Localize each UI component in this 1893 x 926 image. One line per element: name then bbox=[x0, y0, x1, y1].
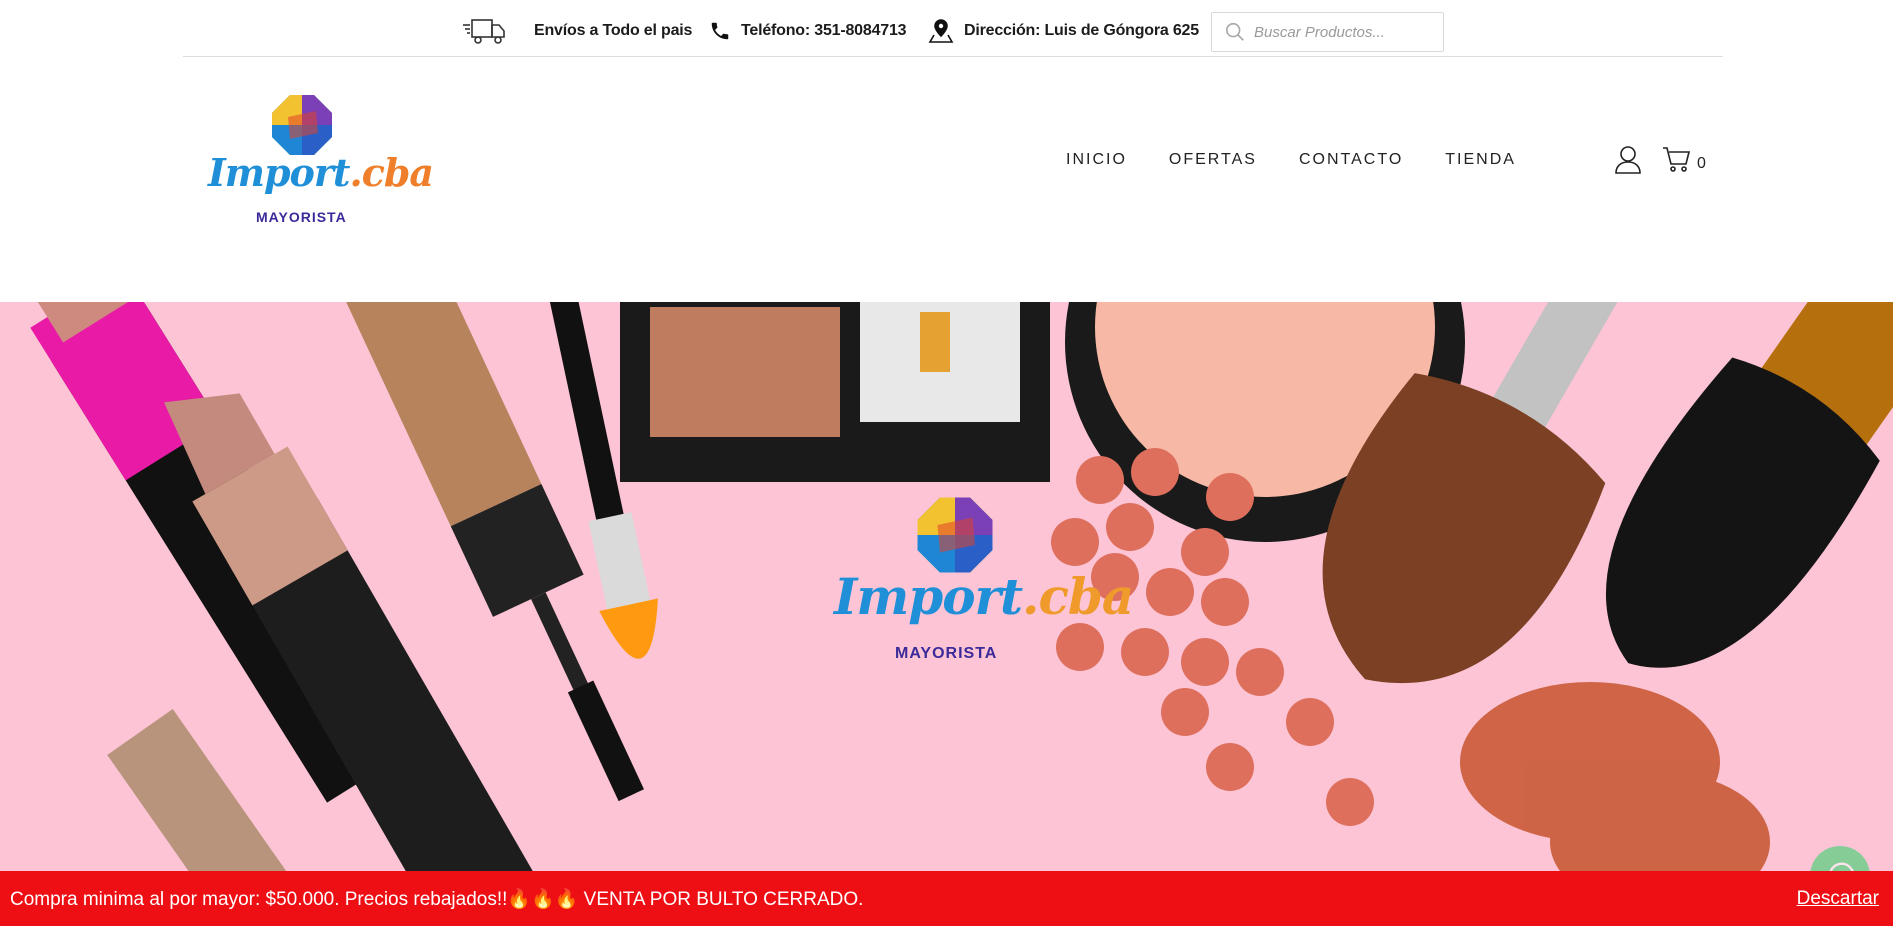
main-nav: INICIO OFERTAS CONTACTO TIENDA bbox=[1066, 151, 1516, 169]
cart-icon[interactable] bbox=[1661, 144, 1691, 174]
header-icons: 0 bbox=[1613, 144, 1706, 174]
nav-ofertas[interactable]: OFERTAS bbox=[1169, 151, 1257, 169]
cart-count: 0 bbox=[1697, 155, 1706, 172]
phone-text: Teléfono: 351-8084713 bbox=[741, 22, 907, 39]
site-logo[interactable]: Import.cba MAYORISTA bbox=[208, 93, 434, 233]
address-text: Dirección: Luis de Góngora 625 bbox=[964, 22, 1199, 39]
hero-banner: Import.cba MAYORISTA bbox=[0, 302, 1893, 926]
hero-logo-octagon-icon bbox=[917, 497, 993, 573]
hero-logo-name-part1: Import bbox=[834, 567, 1023, 626]
logo-wordmark: Import.cba bbox=[208, 150, 434, 195]
nav-tienda[interactable]: TIENDA bbox=[1445, 151, 1516, 169]
product-search[interactable] bbox=[1211, 12, 1444, 52]
page: Envíos a Todo el pais Teléfono: 351-8084… bbox=[0, 0, 1893, 926]
notice-dismiss-link[interactable]: Descartar bbox=[1797, 888, 1879, 910]
address-info[interactable]: Dirección: Luis de Góngora 625 bbox=[928, 13, 1199, 49]
hero-logo-wordmark: Import.cba bbox=[834, 567, 1134, 626]
shipping-text: Envíos a Todo el pais bbox=[534, 22, 693, 39]
phone-icon bbox=[711, 22, 729, 40]
site-header: Import.cba MAYORISTA INICIO OFERTAS CONT… bbox=[0, 58, 1893, 302]
logo-octagon-icon bbox=[272, 95, 332, 155]
shipping-info: Envíos a Todo el pais bbox=[462, 13, 692, 49]
hero-logo-name-part2: .cba bbox=[1022, 567, 1134, 626]
map-pin-icon bbox=[928, 19, 954, 43]
hero-logo: Import.cba MAYORISTA bbox=[830, 495, 1134, 675]
search-input[interactable] bbox=[1254, 23, 1434, 41]
logo-name-part2: .cba bbox=[349, 150, 434, 195]
phone-info[interactable]: Teléfono: 351-8084713 bbox=[709, 13, 907, 49]
top-info-bar: Envíos a Todo el pais Teléfono: 351-8084… bbox=[183, 0, 1723, 57]
logo-name-part1: Import bbox=[208, 150, 350, 195]
delivery-truck-icon bbox=[463, 19, 505, 44]
store-notice-text: Compra minima al por mayor: $50.000. Pre… bbox=[10, 888, 864, 910]
search-icon bbox=[1225, 22, 1244, 41]
nav-contacto[interactable]: CONTACTO bbox=[1299, 151, 1403, 169]
user-icon[interactable] bbox=[1613, 144, 1643, 174]
logo-tagline: MAYORISTA bbox=[256, 209, 347, 225]
hero-logo-tagline: MAYORISTA bbox=[895, 645, 998, 662]
store-notice-bar: Compra minima al por mayor: $50.000. Pre… bbox=[0, 871, 1893, 926]
nav-inicio[interactable]: INICIO bbox=[1066, 151, 1127, 169]
